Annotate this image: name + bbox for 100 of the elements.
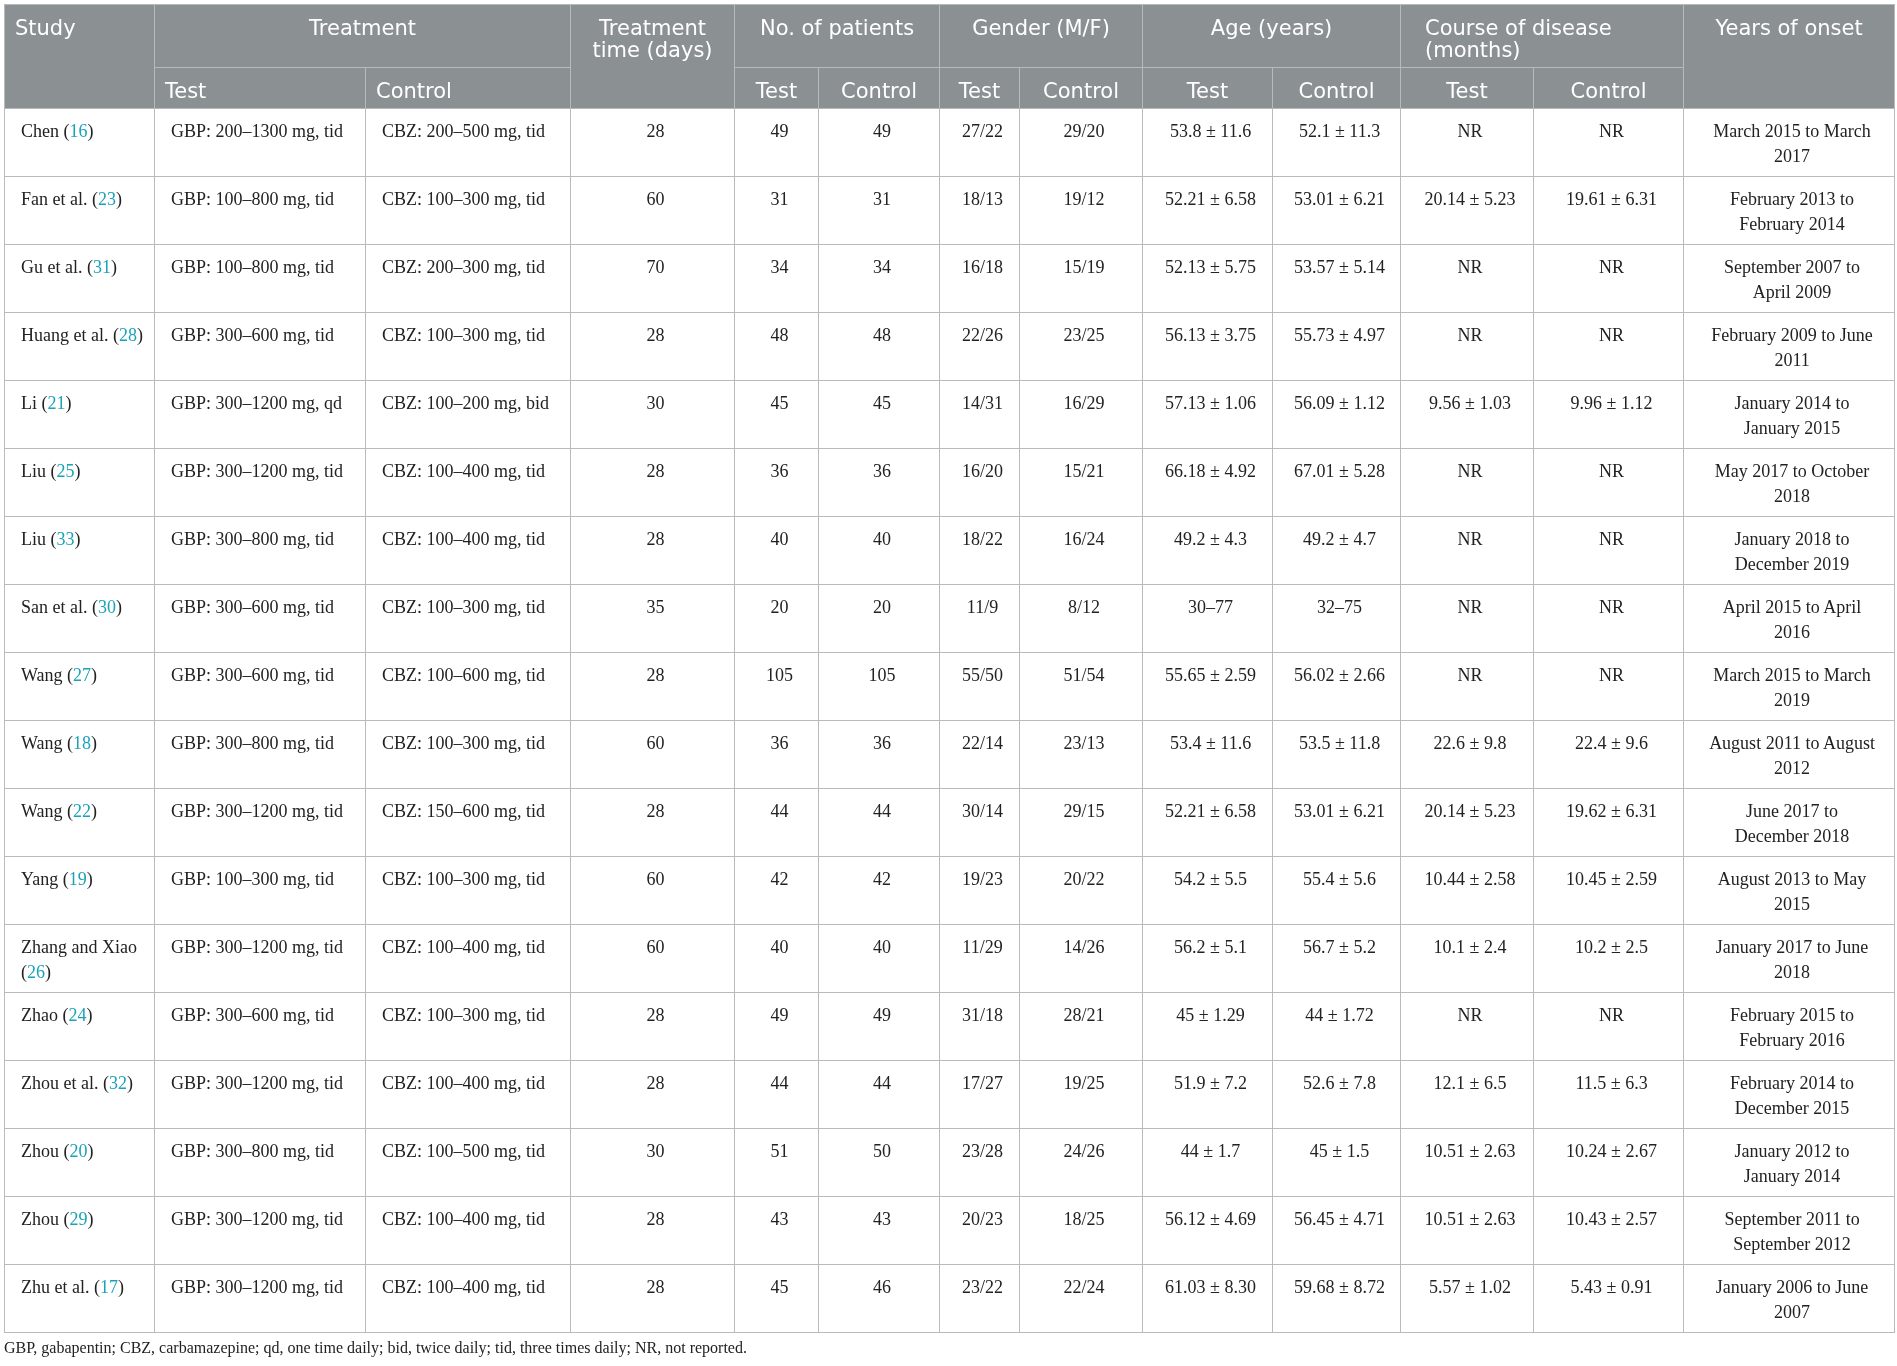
table-cell: CBZ: 100–400 mg, tid [365, 1264, 571, 1333]
table-cell: 23/22 [939, 1264, 1020, 1333]
table-cell: CBZ: 100–400 mg, tid [365, 1060, 571, 1129]
table-cell: 51.9 ± 7.2 [1142, 1060, 1273, 1129]
table-cell: 28 [570, 1196, 735, 1265]
table-cell: 27/22 [939, 108, 1020, 177]
reference-link[interactable]: 19 [68, 869, 87, 890]
table-cell: 31/18 [939, 992, 1020, 1061]
reference-link[interactable]: 33 [56, 529, 75, 550]
column-header: No. of patients [734, 4, 940, 68]
table-cell: 11/9 [939, 584, 1020, 653]
table-cell: 36 [818, 448, 940, 517]
table-cell: GBP: 100–800 mg, tid [154, 176, 366, 245]
table-cell: 59.68 ± 8.72 [1272, 1264, 1401, 1333]
table-cell: NR [1400, 992, 1534, 1061]
table-cell: 45 [818, 380, 940, 449]
table-cell: 56.2 ± 5.1 [1142, 924, 1273, 993]
reference-link[interactable]: 16 [69, 121, 88, 142]
table-cell: 45 ± 1.29 [1142, 992, 1273, 1061]
table-cell: 51/54 [1019, 652, 1143, 721]
table-cell: 28 [570, 1060, 735, 1129]
table-cell: 40 [734, 516, 819, 585]
reference-link[interactable]: 31 [93, 257, 111, 278]
table-cell: 36 [734, 448, 819, 517]
table-cell: Gu et al. (31) [4, 244, 155, 313]
table-cell: GBP: 300–1200 mg, tid [154, 448, 366, 517]
table-cell: 10.44 ± 2.58 [1400, 856, 1534, 925]
table-cell: 45 [734, 380, 819, 449]
table-cell: 15/21 [1019, 448, 1143, 517]
table-cell: January 2006 to June 2007 [1683, 1264, 1895, 1333]
table-cell: NR [1533, 108, 1684, 177]
table-cell: Zhao (24) [4, 992, 155, 1061]
table-cell: 18/13 [939, 176, 1020, 245]
table-cell: 44 [734, 788, 819, 857]
table-cell: 56.45 ± 4.71 [1272, 1196, 1401, 1265]
table-cell: 30 [570, 380, 735, 449]
reference-link[interactable]: 20 [69, 1141, 88, 1162]
table-cell: 36 [734, 720, 819, 789]
reference-link[interactable]: 30 [98, 597, 116, 618]
table-cell: 29/15 [1019, 788, 1143, 857]
table-cell: 24/26 [1019, 1128, 1143, 1197]
reference-link[interactable]: 21 [47, 393, 66, 414]
table-cell: 53.5 ± 11.8 [1272, 720, 1401, 789]
table-cell: 20 [734, 584, 819, 653]
table-cell: NR [1400, 244, 1534, 313]
table-cell: 44 [734, 1060, 819, 1129]
table-cell: 12.1 ± 6.5 [1400, 1060, 1534, 1129]
table-cell: Liu (25) [4, 448, 155, 517]
table-cell: January 2012 to January 2014 [1683, 1128, 1895, 1197]
table-cell: March 2015 to March 2017 [1683, 108, 1895, 177]
table-cell: 60 [570, 924, 735, 993]
table-cell: 42 [818, 856, 940, 925]
table-cell: 53.8 ± 11.6 [1142, 108, 1273, 177]
reference-link[interactable]: 18 [73, 733, 92, 754]
table-cell: Liu (33) [4, 516, 155, 585]
table-cell: 49 [818, 108, 940, 177]
table-cell: 52.21 ± 6.58 [1142, 788, 1273, 857]
table-cell: 49.2 ± 4.3 [1142, 516, 1273, 585]
table-cell: 36 [818, 720, 940, 789]
table-cell: 56.09 ± 1.12 [1272, 380, 1401, 449]
table-cell: 40 [818, 924, 940, 993]
table-cell: 19.62 ± 6.31 [1533, 788, 1684, 857]
reference-link[interactable]: 25 [56, 461, 75, 482]
table-cell: NR [1533, 244, 1684, 313]
table-cell: 10.24 ± 2.67 [1533, 1128, 1684, 1197]
reference-link[interactable]: 29 [69, 1209, 88, 1230]
table-cell: 60 [570, 176, 735, 245]
table-cell: 53.57 ± 5.14 [1272, 244, 1401, 313]
table-cell: 20.14 ± 5.23 [1400, 788, 1534, 857]
table-cell: 28 [570, 1264, 735, 1333]
column-header: Course of disease (months) [1400, 4, 1684, 68]
reference-link[interactable]: 32 [109, 1073, 127, 1094]
reference-link[interactable]: 28 [118, 325, 137, 346]
table-cell: 44 ± 1.7 [1142, 1128, 1273, 1197]
table-cell: 52.13 ± 5.75 [1142, 244, 1273, 313]
table-cell: 56.02 ± 2.66 [1272, 652, 1401, 721]
reference-link[interactable]: 22 [73, 801, 92, 822]
table-cell: Zhou (29) [4, 1196, 155, 1265]
reference-link[interactable]: 27 [73, 665, 92, 686]
reference-link[interactable]: 17 [100, 1277, 118, 1298]
table-cell: Zhou (20) [4, 1128, 155, 1197]
table-cell: NR [1400, 652, 1534, 721]
table-cell: February 2009 to June 2011 [1683, 312, 1895, 381]
table-cell: 18/25 [1019, 1196, 1143, 1265]
table-cell: 9.56 ± 1.03 [1400, 380, 1534, 449]
reference-link[interactable]: 23 [98, 189, 116, 210]
table-cell: CBZ: 100–200 mg, bid [365, 380, 571, 449]
subcolumn-header: Test [1400, 67, 1534, 109]
table-cell: 16/24 [1019, 516, 1143, 585]
table-cell: 22/14 [939, 720, 1020, 789]
table-cell: CBZ: 100–300 mg, tid [365, 720, 571, 789]
table-cell: 23/13 [1019, 720, 1143, 789]
table-cell: 30/14 [939, 788, 1020, 857]
table-cell: CBZ: 100–500 mg, tid [365, 1128, 571, 1197]
table-cell: 56.13 ± 3.75 [1142, 312, 1273, 381]
reference-link[interactable]: 26 [27, 962, 45, 983]
table-cell: 50 [818, 1128, 940, 1197]
reference-link[interactable]: 24 [68, 1005, 87, 1026]
table-cell: 52.1 ± 11.3 [1272, 108, 1401, 177]
table-cell: 16/29 [1019, 380, 1143, 449]
